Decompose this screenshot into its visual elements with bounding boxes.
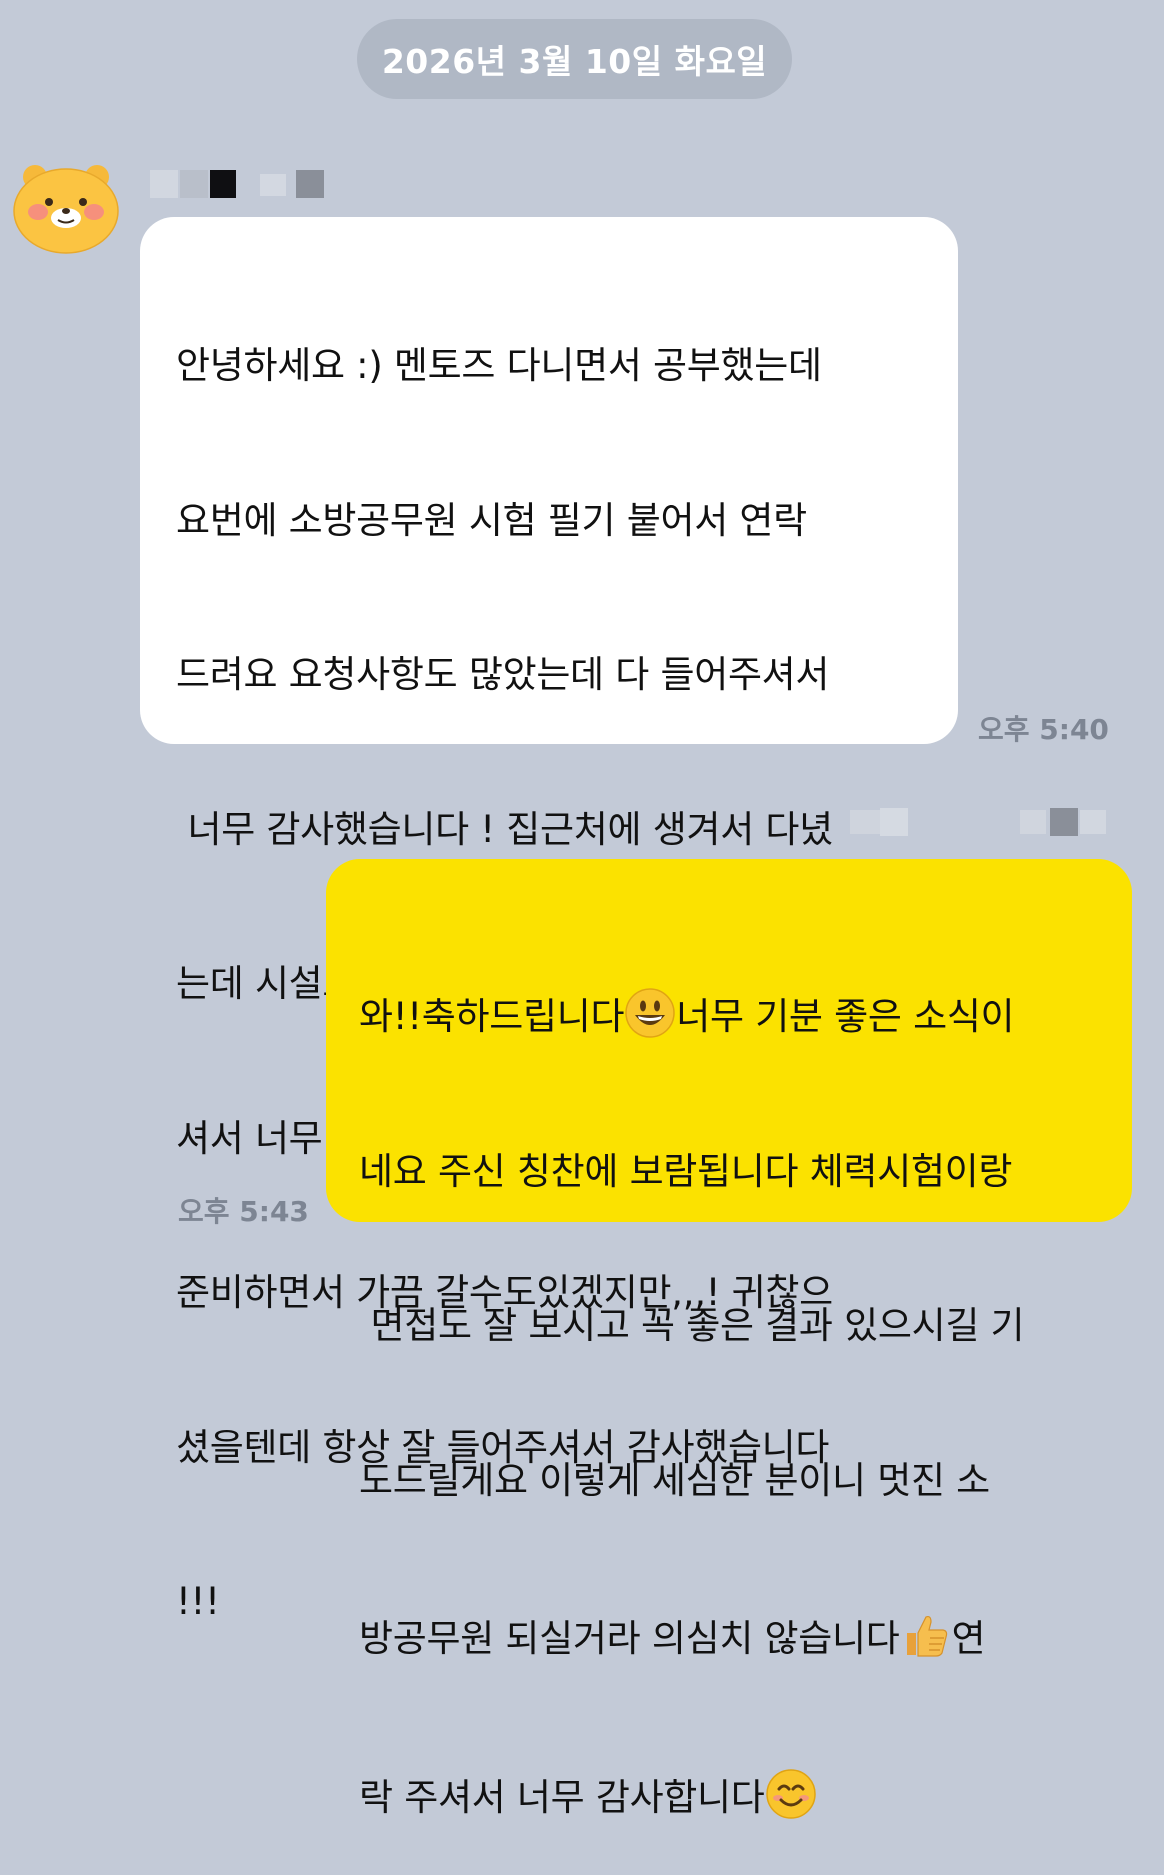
message-text: 연 bbox=[951, 1617, 986, 1660]
outgoing-message-bubble[interactable]: 와!!축하드립니다 너무 기분 좋은 소식이 네요 주신 칭찬에 보람됩니다 체력… bbox=[326, 859, 1132, 1819]
message-line: 네요 주신 칭찬에 보람됩니다 체력시험이랑 bbox=[359, 1149, 1013, 1193]
ryan-cat-avatar-icon[interactable] bbox=[8, 155, 124, 255]
message-line: 안녕하세요 :) 멘토즈 다니면서 공부했는데 bbox=[176, 344, 822, 387]
incoming-message-bubble[interactable]: 안녕하세요 :) 멘토즈 다니면서 공부했는데 요번에 소방공무원 시험 필기 … bbox=[140, 217, 958, 1623]
outgoing-message-time: 오후 5:43 bbox=[178, 1195, 309, 1228]
message-text: 방공무원 되실거라 의심치 않습니다 bbox=[359, 1617, 900, 1660]
message-line: 드려요 요청사항도 많았는데 다 들어주셔서 bbox=[176, 653, 830, 696]
message-text: 너무 기분 좋은 소식이 bbox=[676, 995, 1015, 1038]
smiling-face-icon bbox=[765, 1768, 816, 1819]
message-line: 방공무원 되실거라 의심치 않습니다 연 bbox=[359, 1609, 1132, 1665]
message-line: 너무 감사했습니다 ! 집근처에 생겨서 다녔 bbox=[176, 807, 833, 851]
message-line: 요번에 소방공무원 시험 필기 붙어서 연락 bbox=[176, 498, 807, 542]
date-divider: 2026년 3월 10일 화요일 bbox=[357, 19, 792, 99]
sender-name-redacted bbox=[150, 170, 330, 198]
message-text: 락 주셔서 너무 감사합니다 bbox=[359, 1775, 765, 1819]
own-name-redacted bbox=[850, 808, 1110, 836]
message-line: 와!!축하드립니다 너무 기분 좋은 소식이 bbox=[359, 987, 1132, 1043]
message-line: 도드릴게요 이렇게 세심한 분이니 멋진 소 bbox=[359, 1458, 990, 1502]
thumbs-up-icon bbox=[907, 1615, 948, 1657]
incoming-message-time: 오후 5:40 bbox=[978, 713, 1109, 746]
message-line: 면접도 잘 보시고 꼭 좋은 결과 있으시길 기 bbox=[359, 1304, 1025, 1347]
message-text: 와!!축하드립니다 bbox=[359, 995, 625, 1038]
grinning-face-icon bbox=[625, 988, 675, 1038]
message-line: 락 주셔서 너무 감사합니다 bbox=[359, 1768, 1132, 1824]
